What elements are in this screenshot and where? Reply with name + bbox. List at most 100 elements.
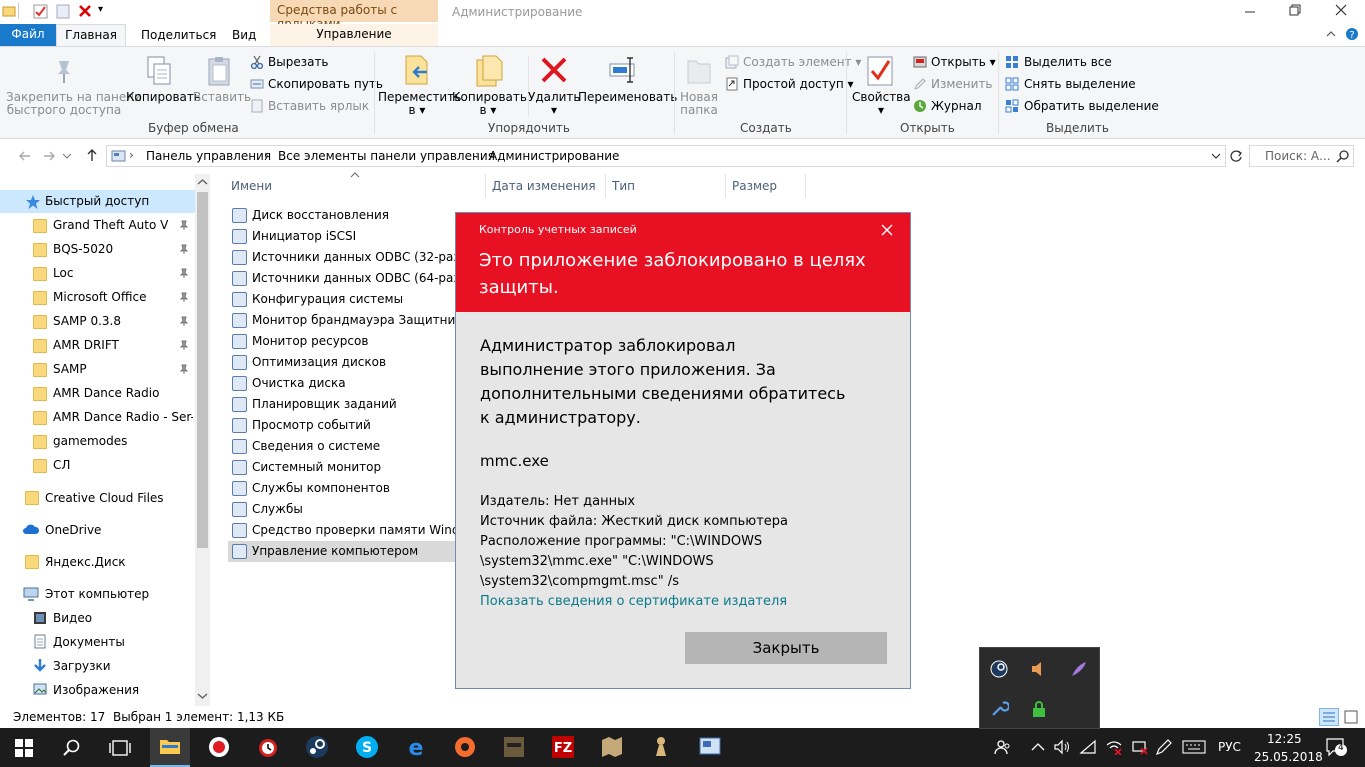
file-row[interactable]: Монитор ресурсов xyxy=(228,331,456,352)
paste-button[interactable]: Вставить xyxy=(193,91,251,104)
dialog-close-icon[interactable] xyxy=(881,224,893,236)
help-icon[interactable]: ? xyxy=(1345,27,1359,41)
volume-icon[interactable] xyxy=(1053,739,1071,755)
nav-item-creative-cloud[interactable]: Creative Cloud Files xyxy=(0,486,195,508)
file-row[interactable]: Диск восстановления xyxy=(228,205,456,226)
column-divider[interactable] xyxy=(605,174,606,198)
nav-item-videos[interactable]: Видео xyxy=(0,606,195,628)
column-header-date[interactable]: Дата изменения xyxy=(492,179,596,193)
new-folder-button[interactable]: Новая папка xyxy=(676,91,722,117)
new-folder-qat-icon[interactable] xyxy=(56,4,71,19)
file-row[interactable]: Просмотр событий xyxy=(228,415,456,436)
nav-item-yandex-disk[interactable]: Яндекс.Диск xyxy=(0,550,195,572)
details-view-icon[interactable] xyxy=(1319,708,1339,726)
column-header-size[interactable]: Размер xyxy=(732,179,777,193)
nav-item-documents[interactable]: Документы xyxy=(0,630,195,652)
tab-home[interactable]: Главная xyxy=(56,24,126,47)
properties-button[interactable]: Свойства ▾ xyxy=(852,91,911,117)
copy-button[interactable]: Копировать xyxy=(126,91,201,104)
nav-item-quick-folder[interactable]: SAMP xyxy=(0,358,195,380)
nav-item-quick-folder[interactable]: SAMP 0.3.8 xyxy=(0,310,195,332)
game-character-icon[interactable] xyxy=(502,735,526,759)
paste-shortcut-button[interactable]: Вставить ярлык xyxy=(268,99,369,113)
scroll-down-icon[interactable] xyxy=(197,692,208,700)
delete-qat-icon[interactable] xyxy=(78,4,92,18)
file-row[interactable]: Службы xyxy=(228,499,456,520)
nav-item-quick-folder[interactable]: AMR Dance Radio xyxy=(0,382,195,404)
nav-item-quick-folder[interactable]: gamemodes xyxy=(0,430,195,452)
copy-to-button[interactable]: Копировать в ▾ xyxy=(452,91,527,117)
cut-button[interactable]: Вырезать xyxy=(268,55,329,69)
steam-icon[interactable] xyxy=(305,735,329,759)
nav-item-quick-folder[interactable]: Grand Theft Auto V xyxy=(0,214,195,236)
edge-icon[interactable]: e xyxy=(404,735,428,759)
clock-date[interactable]: 25.05.2018 xyxy=(1254,750,1323,764)
file-row[interactable]: Средство проверки памяти Windows xyxy=(228,520,456,541)
scroll-up-icon[interactable] xyxy=(197,178,208,186)
origin-icon[interactable] xyxy=(453,735,477,759)
history-button[interactable]: Журнал xyxy=(931,99,982,113)
nav-item-quick-folder[interactable]: AMR Dance Radio - Ser-S_t xyxy=(0,406,195,428)
file-row[interactable]: Службы компонентов xyxy=(228,478,456,499)
wifi-disabled-icon[interactable] xyxy=(1105,739,1123,755)
pin-quick-access-button[interactable]: Закрепить на панели быстрого доступа xyxy=(6,91,142,117)
breadcrumb-administration[interactable]: Администрирование xyxy=(489,149,619,163)
nav-item-this-pc[interactable]: Этот компьютер xyxy=(0,582,195,604)
alarm-app-icon[interactable] xyxy=(256,735,280,759)
nav-item-quick-folder[interactable]: Microsoft Office xyxy=(0,286,195,308)
easy-access-button[interactable]: Простой доступ ▾ xyxy=(743,77,854,91)
search-icon[interactable] xyxy=(1336,149,1350,163)
tab-share[interactable]: Поделиться xyxy=(141,28,216,42)
restore-icon[interactable] xyxy=(1289,4,1301,16)
file-row[interactable]: Планировщик заданий xyxy=(228,394,456,415)
tray-chevron-up-icon[interactable] xyxy=(1031,742,1045,752)
address-dropdown-icon[interactable] xyxy=(1211,152,1221,160)
collapse-ribbon-icon[interactable] xyxy=(1325,29,1337,39)
file-row[interactable]: Источники данных ODBC (32-разрядная верс… xyxy=(228,247,456,268)
qat-dropdown-icon[interactable]: ▾ xyxy=(98,4,103,15)
filezilla-icon[interactable]: FZ xyxy=(551,735,575,759)
column-divider[interactable] xyxy=(805,174,806,198)
nav-item-quick-access[interactable]: Быстрый доступ xyxy=(0,190,195,213)
nav-item-quick-folder[interactable]: СЛ xyxy=(0,454,195,476)
tab-manage[interactable]: Управление xyxy=(270,24,438,46)
tool-tray-icon[interactable] xyxy=(989,699,1009,719)
speaker-tray-icon[interactable] xyxy=(1029,659,1049,679)
recent-locations-icon[interactable] xyxy=(62,152,72,160)
invert-selection-button[interactable]: Обратить выделение xyxy=(1024,99,1159,113)
delete-button[interactable]: Удалить ▾ xyxy=(528,91,581,117)
tab-view[interactable]: Вид xyxy=(232,28,256,42)
file-row[interactable]: Очистка диска xyxy=(228,373,456,394)
back-arrow-icon[interactable] xyxy=(18,149,32,163)
file-row[interactable]: Конфигурация системы xyxy=(228,289,456,310)
move-to-button[interactable]: Переместить в ▾ xyxy=(378,91,461,117)
tab-file[interactable]: Файл xyxy=(0,24,56,46)
file-row[interactable]: Системный монитор xyxy=(228,457,456,478)
nav-item-onedrive[interactable]: OneDrive xyxy=(0,518,195,540)
select-all-button[interactable]: Выделить все xyxy=(1024,55,1112,69)
language-indicator[interactable]: РУС xyxy=(1218,740,1241,754)
chess-app-icon[interactable] xyxy=(649,735,673,759)
lock-tray-icon[interactable] xyxy=(1029,699,1049,719)
file-row[interactable]: Монитор брандмауэра Защитника Windows xyxy=(228,310,456,331)
network-icon[interactable] xyxy=(1079,739,1097,755)
feather-tray-icon[interactable] xyxy=(1069,659,1089,679)
column-header-type[interactable]: Тип xyxy=(612,179,635,193)
certificate-link[interactable]: Показать сведения о сертификате издателя xyxy=(480,594,787,609)
file-row[interactable]: Сведения о системе xyxy=(228,436,456,457)
file-row[interactable]: Управление компьютером xyxy=(228,541,456,562)
search-input[interactable]: Поиск: А... xyxy=(1249,145,1354,167)
rename-button[interactable]: Переименовать xyxy=(578,91,677,104)
clock-time[interactable]: 12:25 xyxy=(1267,732,1302,746)
task-view-icon[interactable] xyxy=(109,739,131,757)
obs-record-icon[interactable] xyxy=(207,735,231,759)
nav-item-quick-folder[interactable]: AMR DRIFT xyxy=(0,334,195,356)
keyboard-icon[interactable] xyxy=(1182,740,1206,754)
action-center-button[interactable]: 4 xyxy=(1325,737,1347,757)
column-divider[interactable] xyxy=(485,174,486,198)
open-button[interactable]: Открыть ▾ xyxy=(931,55,996,69)
edit-button[interactable]: Изменить xyxy=(931,77,993,91)
nav-item-downloads[interactable]: Загрузки xyxy=(0,654,195,676)
nav-item-quick-folder[interactable]: Loc xyxy=(0,262,195,284)
close-button[interactable]: Закрыть xyxy=(685,632,887,664)
